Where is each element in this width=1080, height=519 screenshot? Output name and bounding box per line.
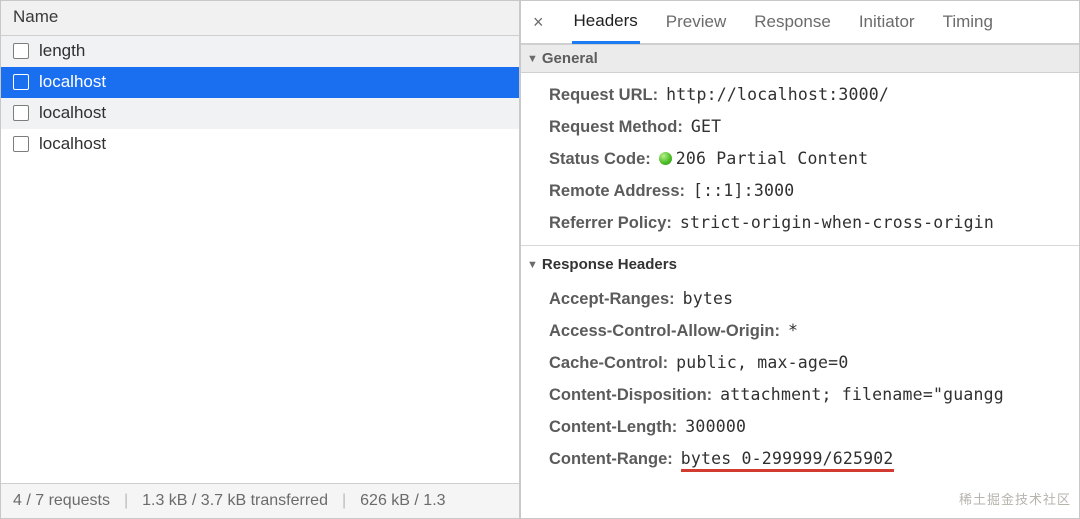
kv-content-range: Content-Range: bytes 0-299999/625902 (549, 443, 1079, 475)
request-row[interactable]: length (1, 36, 519, 67)
tab-response[interactable]: Response (752, 6, 833, 42)
request-row[interactable]: localhost (1, 67, 519, 98)
file-icon (13, 43, 29, 59)
kv-value: 206 Partial Content (659, 149, 869, 168)
kv-content-length: Content-Length: 300000 (549, 411, 1079, 443)
request-name: length (39, 41, 85, 61)
kv-key: Cache-Control: (549, 354, 668, 373)
response-headers-list: Accept-Ranges: bytes Access-Control-Allo… (521, 277, 1079, 481)
kv-key: Content-Range: (549, 450, 673, 469)
kv-value: GET (691, 117, 721, 136)
section-response-headers[interactable]: ▼ Response Headers (521, 245, 1079, 277)
kv-value: http://localhost:3000/ (666, 85, 889, 104)
kv-cache-control: Cache-Control: public, max-age=0 (549, 347, 1079, 379)
tab-preview[interactable]: Preview (664, 6, 728, 42)
request-row[interactable]: localhost (1, 129, 519, 160)
kv-key: Content-Length: (549, 418, 677, 437)
status-requests: 4 / 7 requests (13, 492, 110, 510)
status-transferred: 1.3 kB / 3.7 kB transferred (142, 492, 328, 510)
kv-key: Referrer Policy: (549, 214, 672, 233)
kv-key: Remote Address: (549, 182, 685, 201)
section-general[interactable]: ▼ General (521, 44, 1079, 73)
tab-headers[interactable]: Headers (572, 5, 640, 44)
kv-key: Accept-Ranges: (549, 290, 675, 309)
section-title: General (542, 50, 598, 67)
file-icon (13, 136, 29, 152)
request-list-pane: Name length localhost localhost localhos… (1, 1, 521, 518)
section-title: Response Headers (542, 256, 677, 273)
column-header-name[interactable]: Name (1, 1, 519, 36)
file-icon (13, 74, 29, 90)
status-separator: | (342, 492, 346, 510)
kv-key: Content-Disposition: (549, 386, 712, 405)
triangle-down-icon: ▼ (527, 259, 538, 271)
kv-acao: Access-Control-Allow-Origin: * (549, 315, 1079, 347)
kv-key: Access-Control-Allow-Origin: (549, 322, 780, 341)
kv-value: strict-origin-when-cross-origin (680, 213, 994, 232)
tab-timing[interactable]: Timing (941, 6, 995, 42)
tab-initiator[interactable]: Initiator (857, 6, 917, 42)
kv-content-disposition: Content-Disposition: attachment; filenam… (549, 379, 1079, 411)
kv-value: 300000 (685, 417, 746, 436)
file-icon (13, 105, 29, 121)
general-list: Request URL: http://localhost:3000/ Requ… (521, 73, 1079, 245)
highlighted-value: bytes 0-299999/625902 (681, 449, 894, 472)
request-name: localhost (39, 134, 106, 154)
kv-value: * (788, 321, 798, 340)
kv-key: Status Code: (549, 150, 651, 169)
status-separator: | (124, 492, 128, 510)
devtools-network-panel: Name length localhost localhost localhos… (0, 0, 1080, 519)
kv-key: Request Method: (549, 118, 683, 137)
kv-value: bytes (683, 289, 734, 308)
kv-value: [::1]:3000 (693, 181, 794, 200)
status-dot-icon (659, 152, 672, 165)
request-name: localhost (39, 72, 106, 92)
status-bar: 4 / 7 requests | 1.3 kB / 3.7 kB transfe… (1, 483, 519, 518)
request-name: localhost (39, 103, 106, 123)
request-row[interactable]: localhost (1, 98, 519, 129)
kv-accept-ranges: Accept-Ranges: bytes (549, 283, 1079, 315)
detail-tabbar: × Headers Preview Response Initiator Tim… (521, 1, 1079, 44)
kv-value: attachment; filename="guangg (720, 385, 1004, 404)
kv-key: Request URL: (549, 86, 658, 105)
kv-value: public, max-age=0 (676, 353, 848, 372)
kv-request-method: Request Method: GET (549, 111, 1079, 143)
kv-remote-address: Remote Address: [::1]:3000 (549, 175, 1079, 207)
status-resources: 626 kB / 1.3 (360, 492, 445, 510)
request-rows: length localhost localhost localhost (1, 36, 519, 483)
kv-referrer-policy: Referrer Policy: strict-origin-when-cros… (549, 207, 1079, 239)
close-icon[interactable]: × (529, 7, 548, 41)
kv-value: bytes 0-299999/625902 (681, 449, 894, 468)
watermark-text: 稀土掘金技术社区 (959, 489, 1071, 508)
triangle-down-icon: ▼ (527, 53, 538, 65)
kv-status-code: Status Code: 206 Partial Content (549, 143, 1079, 175)
request-detail-pane: × Headers Preview Response Initiator Tim… (521, 1, 1079, 518)
kv-request-url: Request URL: http://localhost:3000/ (549, 79, 1079, 111)
